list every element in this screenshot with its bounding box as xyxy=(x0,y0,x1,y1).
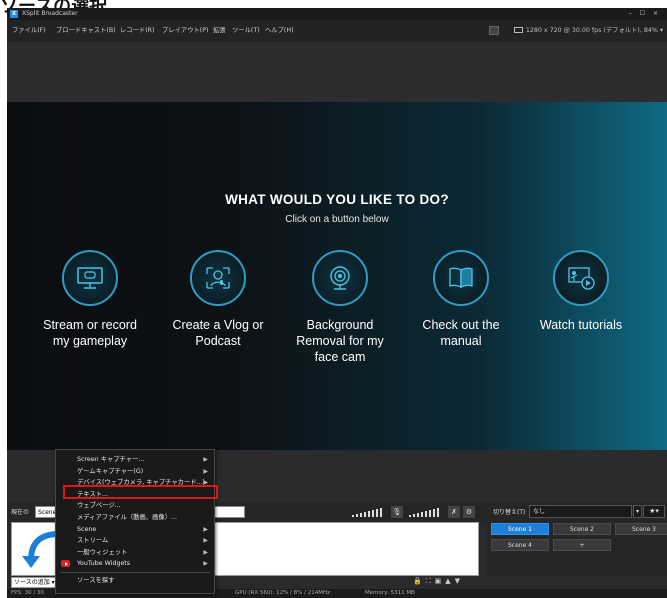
option-bg-removal-label: Background Removal for my face cam xyxy=(296,318,384,364)
title-bar: X XSplit Broadcaster – ☐ × xyxy=(7,8,667,20)
transition-dropdown-icon[interactable]: ▾ xyxy=(633,505,642,518)
memory-status: Memory: 5311 MB xyxy=(365,590,415,596)
transition-star-icon[interactable]: ★▾ xyxy=(643,505,665,518)
chevron-right-icon: ▶ xyxy=(203,560,208,568)
window-controls[interactable]: – ☐ × xyxy=(629,8,661,20)
source-tools-icons[interactable]: 🔒⛶▣▲▼ xyxy=(413,577,464,586)
add-source-context-menu: Screen キャプチャー... ▶ ゲームキャプチャー(G) ▶ デバイス(ウェブ… xyxy=(55,449,215,594)
option-vlog-label: Create a Vlog or Podcast xyxy=(172,318,264,348)
mic-volume-meter[interactable] xyxy=(409,508,443,517)
menu-item-scene[interactable]: Scene ▶ xyxy=(56,524,214,536)
transition-label: 切り替え(T) xyxy=(493,509,526,516)
menu-item-general-widgets[interactable]: 一般ウィジェット ▶ xyxy=(56,547,214,559)
menu-extensions[interactable]: 拡張 xyxy=(213,20,226,42)
menu-bar: ファイル(F) ブロードキャスト(B) レコード(R) プレイアウト(P) 拡張… xyxy=(7,20,667,42)
scene-3-button[interactable]: Scene 3 xyxy=(615,523,667,535)
video-tutorial-icon xyxy=(553,250,609,306)
gpu-status: GPU (RX 560): 12% / 8% / 214MHz xyxy=(235,590,330,596)
display-icon xyxy=(513,27,523,33)
webcam-icon xyxy=(312,250,368,306)
menu-item-label: Scene xyxy=(77,525,97,533)
add-scene-button[interactable]: + xyxy=(553,539,611,551)
menu-help[interactable]: ヘルプ(H) xyxy=(265,20,294,42)
menu-divider xyxy=(60,572,210,573)
chevron-right-icon: ▶ xyxy=(203,456,208,463)
mute-icon[interactable]: ✗ xyxy=(448,506,460,518)
menu-item-stream[interactable]: ストリーム ▶ xyxy=(56,535,214,547)
welcome-stage: WHAT WOULD YOU LIKE TO DO? Click on a bu… xyxy=(7,102,667,450)
option-vlog[interactable]: Create a Vlog or Podcast xyxy=(162,250,274,349)
menu-item-label: Screen キャプチャー... xyxy=(77,456,145,463)
chevron-right-icon: ▶ xyxy=(203,537,208,545)
scene-4-button[interactable]: Scene 4 xyxy=(491,539,549,551)
screenshot-root: ソースの選択 X XSplit Broadcaster – ☐ × ファイル(F… xyxy=(0,0,667,598)
fps-status: FPS: 30 / 30 xyxy=(11,590,44,596)
menu-item-label: ソースを探す xyxy=(77,577,115,584)
canvas-top-margin xyxy=(7,42,667,102)
menu-item-screen-capture[interactable]: Screen キャプチャー... ▶ xyxy=(56,454,214,466)
monitor-gamepad-icon xyxy=(62,250,118,306)
welcome-question: WHAT WOULD YOU LIKE TO DO? xyxy=(225,192,449,207)
option-bg-removal[interactable]: Background Removal for my face cam xyxy=(284,250,396,365)
menu-item-find-source[interactable]: ソースを探す xyxy=(56,575,214,587)
option-gameplay[interactable]: Stream or record my gameplay xyxy=(34,250,146,349)
menu-playout[interactable]: プレイアウト(P) xyxy=(162,20,209,42)
menu-item-label: メディアファイル（動画、画像）... xyxy=(77,514,178,521)
menu-item-label: ゲームキャプチャー(G) xyxy=(77,467,144,475)
scene-1-button[interactable]: Scene 1 xyxy=(491,523,549,535)
menu-item-label: 一般ウィジェット xyxy=(77,548,128,556)
menu-item-game-capture[interactable]: ゲームキャプチャー(G) ▶ xyxy=(56,466,214,478)
highlight-box xyxy=(63,485,218,499)
chevron-right-icon: ▶ xyxy=(203,548,208,556)
option-manual-label: Check out the manual xyxy=(422,318,500,348)
book-icon xyxy=(433,250,489,306)
resolution-text: 1280 x 720 @ 30.00 fps (デフォルト), 84% xyxy=(525,27,658,34)
menu-item-youtube-widgets[interactable]: YouTube Widgets ▶ xyxy=(56,558,214,570)
microphone-icon[interactable]: 🎙 xyxy=(391,506,403,518)
menu-item-label: ストリーム xyxy=(77,537,109,545)
chevron-right-icon: ▶ xyxy=(203,525,208,533)
settings-gear-icon[interactable]: ⚙ xyxy=(463,506,475,518)
menu-item-webpage[interactable]: ウェブページ... xyxy=(56,500,214,512)
youtube-icon xyxy=(61,560,70,568)
menu-broadcast[interactable]: ブロードキャスト(B) xyxy=(56,20,116,42)
menu-tools[interactable]: ツール(T) xyxy=(232,20,260,42)
option-tutorials-label: Watch tutorials xyxy=(539,318,623,332)
scene-panel: Scene 1 Scene 2 Scene 3 Scene 4 + xyxy=(487,522,667,576)
welcome-subtitle: Click on a button below xyxy=(285,214,389,225)
transition-select[interactable]: なし xyxy=(529,505,632,518)
menu-item-media-file[interactable]: メディアファイル（動画、画像）... xyxy=(56,512,214,524)
scene-2-button[interactable]: Scene 2 xyxy=(553,523,611,535)
option-manual[interactable]: Check out the manual xyxy=(405,250,517,349)
menu-item-label: YouTube Widgets xyxy=(77,560,131,568)
person-mic-icon xyxy=(190,250,246,306)
layout-icon[interactable] xyxy=(489,26,499,35)
menu-record[interactable]: レコード(R) xyxy=(120,20,154,42)
add-source-label: ソースの追加 xyxy=(14,579,50,586)
speaker-volume-meter[interactable] xyxy=(352,508,386,517)
menu-file[interactable]: ファイル(F) xyxy=(12,20,46,42)
current-scene-label: 現在の xyxy=(11,509,30,516)
option-tutorials[interactable]: Watch tutorials xyxy=(525,250,637,333)
window-title: XSplit Broadcaster xyxy=(22,10,78,17)
resolution-display[interactable]: 1280 x 720 @ 30.00 fps (デフォルト), 84% ▾ xyxy=(513,20,663,42)
option-gameplay-label: Stream or record my gameplay xyxy=(43,318,137,348)
app-logo-icon: X xyxy=(10,10,18,18)
chevron-right-icon: ▶ xyxy=(203,467,208,475)
menu-item-label: ウェブページ... xyxy=(77,502,121,510)
